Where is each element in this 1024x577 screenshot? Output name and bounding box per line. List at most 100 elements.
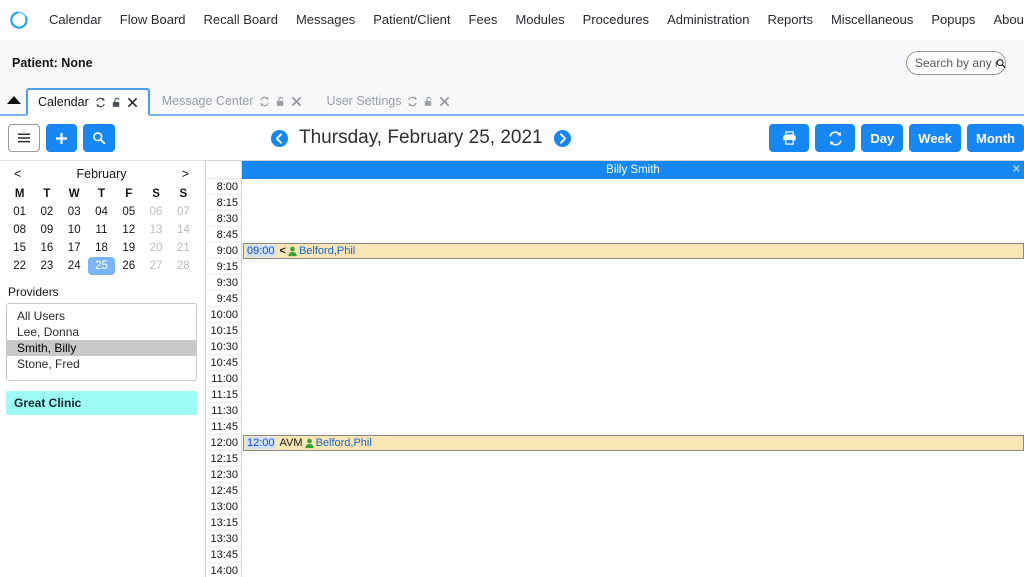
appointment-block[interactable]: 12:00 AVM Belford,Phil	[243, 435, 1024, 451]
mini-calendar-prev-icon[interactable]: <	[10, 167, 25, 181]
nav-item-patient-client[interactable]: Patient/Client	[364, 8, 459, 31]
nav-item-procedures[interactable]: Procedures	[574, 8, 658, 31]
nav-item-reports[interactable]: Reports	[758, 8, 822, 31]
nav-item-administration[interactable]: Administration	[658, 8, 758, 31]
time-slot[interactable]	[242, 483, 1024, 499]
close-icon[interactable]: ✕	[1012, 164, 1021, 176]
time-slot[interactable]	[242, 259, 1024, 275]
nav-item-miscellaneous[interactable]: Miscellaneous	[822, 8, 922, 31]
day-cell[interactable]: 03	[61, 203, 88, 221]
time-slot[interactable]	[242, 227, 1024, 243]
day-cell[interactable]: 26	[115, 257, 142, 275]
time-slot[interactable]	[242, 403, 1024, 419]
day-cell[interactable]: 04	[88, 203, 115, 221]
day-cell[interactable]: 15	[6, 239, 33, 257]
add-appointment-button[interactable]	[46, 124, 77, 152]
time-slot[interactable]	[242, 339, 1024, 355]
unlock-icon[interactable]	[275, 96, 286, 107]
tab-calendar[interactable]: Calendar	[26, 88, 150, 116]
triangle-up-icon[interactable]	[2, 86, 26, 114]
day-cell[interactable]: 07	[170, 203, 197, 221]
time-slot[interactable]	[242, 307, 1024, 323]
day-cell[interactable]: 08	[6, 221, 33, 239]
nav-item-recall-board[interactable]: Recall Board	[195, 8, 287, 31]
time-slot[interactable]	[242, 179, 1024, 195]
nav-item-calendar[interactable]: Calendar	[40, 8, 111, 31]
time-slot[interactable]	[242, 419, 1024, 435]
time-slot[interactable]	[242, 355, 1024, 371]
close-icon[interactable]	[127, 97, 138, 108]
providers-list[interactable]: All Users Lee, Donna Smith, Billy Stone,…	[6, 303, 197, 381]
unlock-icon[interactable]	[111, 97, 122, 108]
view-week-button[interactable]: Week	[909, 124, 962, 152]
day-cell[interactable]: 17	[61, 239, 88, 257]
time-slot[interactable]	[242, 499, 1024, 515]
time-slot[interactable]	[242, 547, 1024, 563]
chevron-right-circle-icon[interactable]	[553, 129, 572, 148]
day-cell[interactable]: 09	[33, 221, 60, 239]
hamburger-menu-icon[interactable]	[8, 124, 40, 152]
day-cell[interactable]: 11	[88, 221, 115, 239]
provider-item-all-users[interactable]: All Users	[7, 308, 196, 324]
close-icon[interactable]	[291, 96, 302, 107]
time-slot[interactable]	[242, 515, 1024, 531]
day-cell[interactable]: 20	[142, 239, 169, 257]
day-cell[interactable]: 27	[142, 257, 169, 275]
day-cell[interactable]: 22	[6, 257, 33, 275]
day-cell[interactable]: 13	[142, 221, 169, 239]
time-slot[interactable]	[242, 371, 1024, 387]
provider-item-smith-billy[interactable]: Smith, Billy	[7, 340, 196, 356]
refresh-button[interactable]	[815, 124, 856, 152]
time-slot[interactable]	[242, 211, 1024, 227]
nav-item-about[interactable]: About	[984, 8, 1024, 31]
day-cell[interactable]: 21	[170, 239, 197, 257]
time-slot[interactable]	[242, 291, 1024, 307]
calendar-search-button[interactable]	[83, 124, 115, 152]
circular-ring-logo-icon[interactable]	[8, 9, 30, 31]
time-slot[interactable]	[242, 563, 1024, 577]
nav-item-modules[interactable]: Modules	[506, 8, 573, 31]
nav-item-popups[interactable]: Popups	[922, 8, 984, 31]
print-button[interactable]	[769, 124, 810, 152]
refresh-icon[interactable]	[95, 97, 106, 108]
chevron-left-circle-icon[interactable]	[270, 129, 289, 148]
day-cell[interactable]: 12	[115, 221, 142, 239]
refresh-icon[interactable]	[407, 96, 418, 107]
refresh-icon[interactable]	[259, 96, 270, 107]
time-slot[interactable]	[242, 451, 1024, 467]
unlock-icon[interactable]	[423, 96, 434, 107]
day-cell[interactable]: 10	[61, 221, 88, 239]
day-cell[interactable]: 24	[61, 257, 88, 275]
view-day-button[interactable]: Day	[861, 124, 904, 152]
time-slot[interactable]	[242, 195, 1024, 211]
day-cell[interactable]: 06	[142, 203, 169, 221]
provider-item-lee-donna[interactable]: Lee, Donna	[7, 324, 196, 340]
day-cell[interactable]: 02	[33, 203, 60, 221]
nav-item-fees[interactable]: Fees	[460, 8, 507, 31]
day-cell[interactable]: 18	[88, 239, 115, 257]
appointment-block[interactable]: 09:00 < Belford,Phil	[243, 243, 1024, 259]
clinic-badge[interactable]: Great Clinic	[6, 391, 197, 415]
view-month-button[interactable]: Month	[967, 124, 1024, 152]
day-cell[interactable]: 14	[170, 221, 197, 239]
time-slot[interactable]	[242, 323, 1024, 339]
day-cell[interactable]: 23	[33, 257, 60, 275]
provider-column-header[interactable]: Billy Smith ✕	[242, 161, 1024, 179]
close-icon[interactable]	[439, 96, 450, 107]
day-cell[interactable]: 16	[33, 239, 60, 257]
day-cell[interactable]: 19	[115, 239, 142, 257]
provider-item-stone-fred[interactable]: Stone, Fred	[7, 356, 196, 372]
day-cell[interactable]: 05	[115, 203, 142, 221]
time-slot[interactable]	[242, 467, 1024, 483]
nav-item-flow-board[interactable]: Flow Board	[111, 8, 195, 31]
day-cell[interactable]: 01	[6, 203, 33, 221]
tab-message-center[interactable]: Message Center	[150, 86, 315, 114]
time-slot[interactable]	[242, 531, 1024, 547]
search-icon[interactable]	[990, 52, 1012, 74]
tab-user-settings[interactable]: User Settings	[314, 86, 462, 114]
time-slot[interactable]	[242, 387, 1024, 403]
day-cell-selected[interactable]: 25	[87, 257, 116, 275]
day-cell[interactable]: 28	[170, 257, 197, 275]
mini-calendar-next-icon[interactable]: >	[178, 167, 193, 181]
time-slot[interactable]	[242, 275, 1024, 291]
